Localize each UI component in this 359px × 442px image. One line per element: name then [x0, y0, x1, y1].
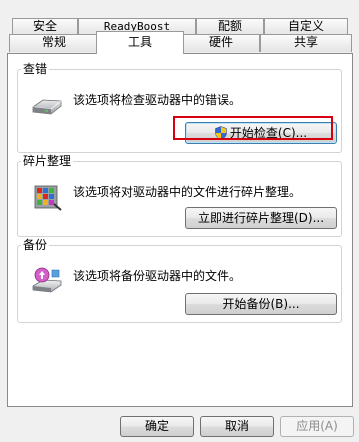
tab-hardware-label: 硬件: [208, 35, 233, 49]
backup-icon: [32, 267, 62, 293]
drive-icon: [32, 99, 62, 115]
tab-sharing-label: 共享: [293, 35, 318, 49]
tab-quota-label: 配额: [217, 19, 242, 33]
defrag-group: 碎片整理 该选项将对驱动器中的文件进行碎片整理。 立即进行碎片整理(D)...: [17, 153, 342, 237]
tools-tab-panel: 查错 该选项将检查驱动器中的错误。 开始检查(C)... 碎片整理 该选项将对驱…: [7, 53, 353, 407]
tab-hardware[interactable]: 硬件: [182, 34, 260, 52]
cancel-button-label: 取消: [224, 419, 249, 433]
tab-general[interactable]: 常规: [9, 34, 99, 52]
tab-customize[interactable]: 自定义: [264, 18, 348, 35]
tab-customize-label: 自定义: [287, 19, 324, 33]
start-backup-button[interactable]: 开始备份(B)...: [185, 293, 337, 315]
defrag-now-button[interactable]: 立即进行碎片整理(D)...: [185, 207, 337, 229]
tab-sharing[interactable]: 共享: [260, 34, 352, 52]
backup-description: 该选项将备份驱动器中的文件。: [73, 269, 242, 283]
apply-button-label: 应用(A): [296, 419, 338, 433]
start-check-button[interactable]: 开始检查(C)...: [185, 122, 337, 144]
defrag-title: 碎片整理: [21, 153, 74, 169]
ok-button-label: 确定: [144, 419, 169, 433]
error-check-title: 查错: [21, 61, 50, 77]
apply-button[interactable]: 应用(A): [280, 416, 354, 437]
defrag-now-button-label: 立即进行碎片整理(D)...: [197, 211, 325, 225]
uac-shield-icon: [215, 125, 227, 140]
tab-tools-label: 工具: [127, 35, 152, 49]
tab-general-label: 常规: [41, 35, 66, 49]
error-check-description: 该选项将检查驱动器中的错误。: [73, 93, 242, 107]
start-check-button-label: 开始检查(C)...: [229, 126, 308, 140]
defrag-description: 该选项将对驱动器中的文件进行碎片整理。: [73, 185, 302, 199]
error-check-group: 查错 该选项将检查驱动器中的错误。 开始检查(C)...: [17, 61, 342, 153]
tab-security-label: 安全: [32, 19, 57, 33]
start-backup-button-label: 开始备份(B)...: [222, 297, 300, 311]
defrag-icon: [34, 185, 62, 211]
tab-tools[interactable]: 工具: [96, 31, 184, 54]
backup-group: 备份 该选项将备份驱动器中的文件。 开始备份(B)...: [17, 237, 342, 323]
tab-quota[interactable]: 配额: [196, 18, 264, 35]
ok-button[interactable]: 确定: [120, 416, 194, 437]
cancel-button[interactable]: 取消: [200, 416, 274, 437]
backup-title: 备份: [21, 237, 50, 253]
tab-security[interactable]: 安全: [12, 18, 78, 35]
